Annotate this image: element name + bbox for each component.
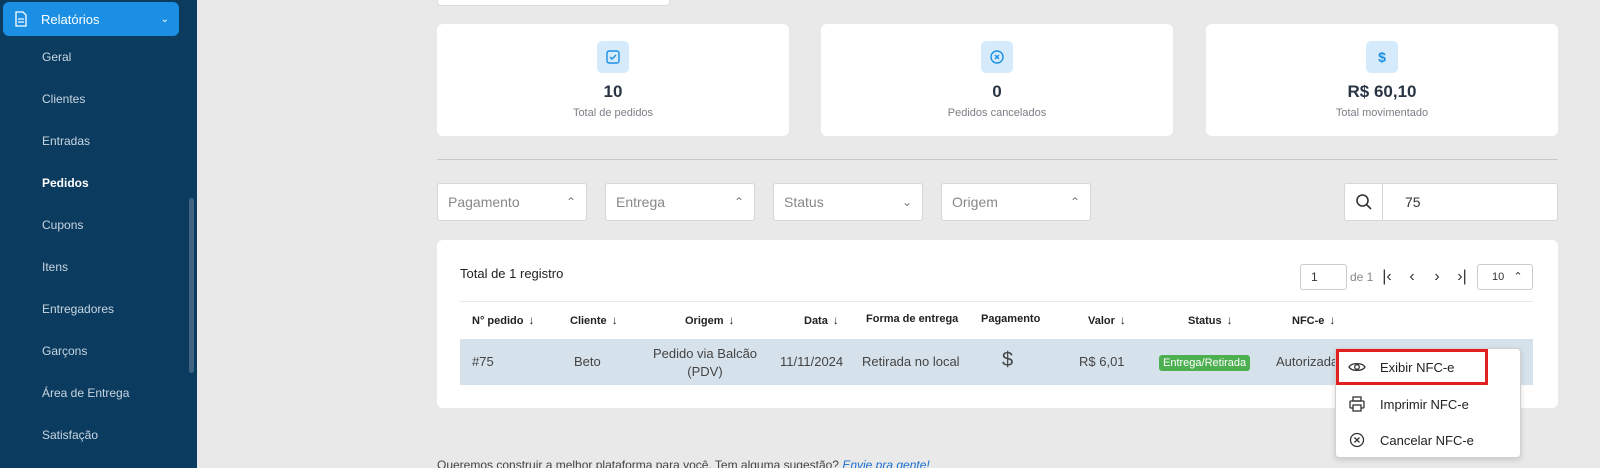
filter-status[interactable]: Status ⌄ bbox=[773, 183, 923, 221]
dollar-icon: $ bbox=[1002, 349, 1014, 371]
sidebar-item-clientes[interactable]: Clientes bbox=[42, 92, 85, 106]
stat-card-pedidos-cancelados: 0 Pedidos cancelados bbox=[821, 24, 1173, 136]
eye-icon bbox=[1348, 358, 1366, 376]
chevron-up-icon: ⌃ bbox=[1513, 271, 1523, 283]
sidebar-item-itens[interactable]: Itens bbox=[42, 260, 68, 274]
footer-text: Queremos construir a melhor plataforma p… bbox=[437, 458, 839, 468]
col-header-pedido[interactable]: N° pedido ↓ bbox=[472, 313, 534, 327]
top-control[interactable] bbox=[437, 0, 670, 6]
menu-item-label: Cancelar NFC-e bbox=[1380, 432, 1474, 448]
sort-arrow-icon: ↓ bbox=[728, 313, 735, 327]
filter-label: Entrega bbox=[616, 194, 666, 210]
sidebar-item-cupons[interactable]: Cupons bbox=[42, 218, 83, 232]
stat-card-total-movimentado: $ R$ 60,10 Total movimentado bbox=[1206, 24, 1558, 136]
filter-label: Origem bbox=[952, 194, 998, 210]
stat-value: 10 bbox=[603, 82, 623, 101]
filter-entrega[interactable]: Entrega ⌃ bbox=[605, 183, 755, 221]
sidebar-item-garcons[interactable]: Garçons bbox=[42, 344, 87, 358]
col-header-status[interactable]: Status ↓ bbox=[1188, 313, 1233, 327]
col-header-cliente[interactable]: Cliente ↓ bbox=[570, 313, 618, 327]
nfce-actions-menu: Exibir NFC-e Imprimir NFC-e Cancelar NFC… bbox=[1335, 348, 1521, 458]
cell-valor: R$ 6,01 bbox=[1079, 354, 1125, 369]
search-box: 75 bbox=[1344, 183, 1558, 221]
sidebar-section-reports[interactable]: Relatórios ⌄ bbox=[3, 2, 179, 36]
filter-origem[interactable]: Origem ⌃ bbox=[941, 183, 1091, 221]
last-page-icon[interactable]: ›| bbox=[1452, 264, 1472, 290]
menu-item-exibir-nfce[interactable]: Exibir NFC-e bbox=[1336, 349, 1488, 385]
page-size-value: 10 bbox=[1492, 271, 1505, 283]
sidebar-item-satisfacao[interactable]: Satisfação bbox=[42, 428, 98, 442]
stat-label: Pedidos cancelados bbox=[947, 107, 1047, 119]
cell-forma-entrega: Retirada no local bbox=[862, 354, 960, 369]
col-header-nfce[interactable]: NFC-e ↓ bbox=[1292, 313, 1335, 327]
menu-item-imprimir-nfce[interactable]: Imprimir NFC-e bbox=[1336, 386, 1520, 422]
printer-icon bbox=[1348, 395, 1366, 413]
divider bbox=[437, 159, 1558, 160]
sort-arrow-icon: ↓ bbox=[1329, 313, 1336, 327]
chevron-up-icon: ⌃ bbox=[1069, 195, 1080, 209]
sidebar-item-entregadores[interactable]: Entregadores bbox=[42, 302, 114, 316]
check-square-icon bbox=[597, 41, 629, 73]
col-header-data[interactable]: Data ↓ bbox=[804, 313, 839, 327]
sidebar-section-label: Relatórios bbox=[41, 11, 100, 27]
chevron-down-icon: ⌄ bbox=[160, 13, 169, 25]
filter-pagamento[interactable]: Pagamento ⌃ bbox=[437, 183, 587, 221]
stat-label: Total movimentado bbox=[1335, 107, 1429, 119]
menu-item-label: Exibir NFC-e bbox=[1380, 359, 1455, 375]
page-of-label: de 1 bbox=[1350, 270, 1374, 284]
col-header-forma-entrega: Forma de entrega bbox=[866, 313, 959, 325]
col-header-pagamento: Pagamento bbox=[981, 313, 1041, 325]
cell-data: 11/11/2024 bbox=[780, 354, 844, 369]
chevron-up-icon: ⌃ bbox=[733, 195, 744, 209]
stat-label: Total de pedidos bbox=[572, 107, 654, 119]
menu-item-label: Imprimir NFC-e bbox=[1380, 396, 1469, 412]
search-button[interactable] bbox=[1345, 184, 1383, 220]
search-icon bbox=[1355, 194, 1372, 210]
sidebar: Relatórios ⌄ Geral Clientes Entradas Ped… bbox=[0, 0, 197, 468]
status-badge: Entrega/Retirada bbox=[1159, 355, 1251, 371]
cell-nfce: Autorizada bbox=[1276, 354, 1338, 369]
feedback-link[interactable]: Envie pra gente! bbox=[842, 458, 929, 468]
filter-label: Pagamento bbox=[448, 194, 520, 210]
chevron-up-icon: ⌃ bbox=[565, 195, 576, 209]
page-input[interactable]: 1 bbox=[1300, 264, 1347, 290]
header-divider bbox=[460, 301, 1533, 302]
document-icon bbox=[15, 11, 27, 27]
sort-arrow-icon: ↓ bbox=[611, 313, 618, 327]
page-size-select[interactable]: 10 ⌃ bbox=[1477, 264, 1533, 290]
records-total: Total de 1 registro bbox=[460, 266, 564, 281]
filter-label: Status bbox=[784, 194, 824, 210]
sort-arrow-icon: ↓ bbox=[832, 313, 839, 327]
sort-arrow-icon: ↓ bbox=[528, 313, 535, 327]
x-circle-icon bbox=[981, 41, 1013, 73]
search-input[interactable]: 75 bbox=[1383, 184, 1421, 220]
stat-value: 0 bbox=[992, 82, 1002, 101]
next-page-icon[interactable]: › bbox=[1427, 264, 1447, 290]
dollar-icon: $ bbox=[1366, 41, 1398, 73]
feedback-footer: Queremos construir a melhor plataforma p… bbox=[437, 458, 930, 468]
sidebar-scrollbar[interactable] bbox=[189, 198, 194, 373]
sidebar-item-area-entrega[interactable]: Área de Entrega bbox=[42, 386, 129, 400]
chevron-down-icon: ⌄ bbox=[901, 195, 912, 209]
sidebar-item-geral[interactable]: Geral bbox=[42, 50, 71, 64]
sidebar-item-pedidos[interactable]: Pedidos bbox=[42, 176, 89, 190]
menu-item-cancelar-nfce[interactable]: Cancelar NFC-e bbox=[1336, 422, 1520, 458]
sort-arrow-icon: ↓ bbox=[1119, 313, 1126, 327]
first-page-icon[interactable]: |‹ bbox=[1377, 264, 1397, 290]
prev-page-icon[interactable]: ‹ bbox=[1402, 264, 1422, 290]
x-circle-icon bbox=[1348, 431, 1366, 449]
cell-origem: Pedido via Balcão (PDV) bbox=[652, 346, 758, 379]
sort-arrow-icon: ↓ bbox=[1226, 313, 1233, 327]
stat-card-total-pedidos: 10 Total de pedidos bbox=[437, 24, 789, 136]
stat-value: R$ 60,10 bbox=[1347, 82, 1417, 101]
col-header-origem[interactable]: Origem ↓ bbox=[685, 313, 735, 327]
cell-cliente: Beto bbox=[574, 354, 601, 369]
cell-pedido: #75 bbox=[472, 354, 494, 369]
col-header-valor[interactable]: Valor ↓ bbox=[1088, 313, 1126, 327]
sidebar-item-entradas[interactable]: Entradas bbox=[42, 134, 90, 148]
